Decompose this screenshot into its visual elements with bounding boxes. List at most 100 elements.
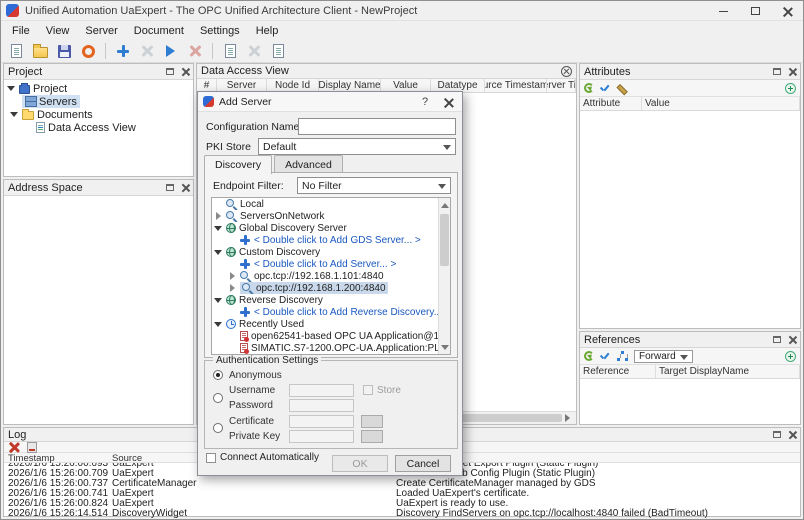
column-header[interactable]: ource Timestamp: [485, 79, 547, 92]
expander-icon[interactable]: [228, 284, 237, 293]
open-project-button[interactable]: [30, 41, 50, 61]
column-header[interactable]: Value: [642, 97, 800, 110]
menu-settings[interactable]: Settings: [192, 23, 248, 39]
refresh-icon[interactable]: [584, 83, 594, 93]
anonymous-radio[interactable]: [213, 370, 223, 380]
expander-icon[interactable]: [7, 84, 16, 93]
tree-item-reverse-discovery[interactable]: Reverse Discovery: [212, 294, 450, 306]
address-space-header: Address Space: [4, 180, 193, 196]
close-panel-icon[interactable]: [788, 431, 796, 439]
circle-plus-icon[interactable]: [785, 351, 796, 362]
float-panel-icon[interactable]: [773, 336, 781, 343]
endpoint-filter-label: Endpoint Filter:: [213, 180, 284, 192]
username-password-radio[interactable]: [213, 393, 223, 403]
float-panel-icon[interactable]: [166, 68, 174, 75]
maximize-button[interactable]: [739, 1, 771, 21]
dialog-close-button[interactable]: [439, 94, 457, 110]
tree-item-data-access-view[interactable]: Data Access View: [4, 121, 193, 134]
circle-plus-icon[interactable]: [785, 83, 796, 94]
float-panel-icon[interactable]: [773, 68, 781, 75]
menu-file[interactable]: File: [4, 23, 38, 39]
save-project-button[interactable]: [54, 41, 74, 61]
tree-item-recently-used[interactable]: Recently Used: [212, 318, 450, 330]
column-header[interactable]: erver Tir: [547, 79, 576, 92]
graph-icon[interactable]: [617, 351, 628, 362]
cancel-button[interactable]: Cancel: [395, 455, 451, 472]
scroll-right-button[interactable]: [563, 412, 576, 424]
check-icon[interactable]: [600, 83, 611, 94]
expander-icon[interactable]: [214, 320, 223, 329]
close-panel-icon[interactable]: [788, 336, 796, 344]
magnifier-icon: [226, 211, 237, 222]
add-document-button[interactable]: [220, 41, 240, 61]
close-panel-icon[interactable]: [788, 68, 796, 76]
scroll-down-button[interactable]: [439, 344, 451, 354]
log-options-icon[interactable]: [27, 442, 37, 453]
scroll-up-button[interactable]: [439, 198, 451, 208]
pki-store-select[interactable]: Default: [258, 138, 456, 155]
expander-icon[interactable]: [10, 110, 19, 119]
tree-item-servers-on-network[interactable]: ServersOnNetwork: [212, 210, 450, 222]
float-panel-icon[interactable]: [166, 184, 174, 191]
tree-item-global-discovery-server[interactable]: Global Discovery Server: [212, 222, 450, 234]
add-server-button[interactable]: [113, 41, 133, 61]
tree-item-documents[interactable]: Documents: [4, 108, 193, 121]
close-panel-icon[interactable]: [181, 184, 189, 192]
minimize-button[interactable]: [707, 1, 739, 21]
tree-item-project[interactable]: Project: [4, 82, 193, 95]
tree-item-add-server[interactable]: < Double click to Add Server... >: [212, 258, 450, 270]
column-header[interactable]: Reference: [580, 365, 656, 378]
expander-icon[interactable]: [228, 272, 237, 281]
vertical-scrollbar[interactable]: [438, 198, 450, 354]
close-panel-icon[interactable]: [181, 68, 189, 76]
log-row[interactable]: 2026/1/6 15:26:00.824UaExpertUaExpert is…: [4, 498, 800, 508]
pen-icon[interactable]: [617, 83, 628, 94]
log-row[interactable]: 2026/1/6 15:26:00.741UaExpertLoaded UaEx…: [4, 488, 800, 498]
menu-server[interactable]: Server: [77, 23, 125, 39]
column-header[interactable]: Attribute: [580, 97, 642, 110]
menu-view[interactable]: View: [38, 23, 78, 39]
connect-server-button[interactable]: [161, 41, 181, 61]
expander-icon[interactable]: [214, 248, 223, 257]
expander-icon[interactable]: [214, 212, 223, 221]
close-button[interactable]: [771, 1, 803, 21]
check-icon[interactable]: [600, 351, 611, 362]
scrollbar-thumb[interactable]: [440, 214, 449, 266]
magnifier-icon: [240, 271, 251, 282]
log-row[interactable]: 2026/1/6 15:26:00.737CertificateManagerC…: [4, 478, 800, 488]
tree-item-simatic-server[interactable]: SIMATIC.S7-1200.OPC-UA.Application:PLC_1…: [212, 342, 450, 354]
tree-item-local[interactable]: Local: [212, 198, 450, 210]
plus-icon: [240, 235, 251, 246]
project-panel-header: Project: [4, 64, 193, 80]
chevron-down-icon: [438, 184, 446, 193]
tab-advanced[interactable]: Advanced: [274, 155, 343, 173]
log-row[interactable]: 2026/1/6 15:26:14.514DiscoveryWidgetDisc…: [4, 508, 800, 518]
tree-item-custom-discovery[interactable]: Custom Discovery: [212, 246, 450, 258]
help-button[interactable]: ?: [416, 94, 434, 110]
new-project-button[interactable]: [6, 41, 26, 61]
certificate-radio[interactable]: [213, 423, 223, 433]
tab-discovery[interactable]: Discovery: [204, 155, 272, 174]
float-panel-icon[interactable]: [773, 431, 781, 438]
endpoint-filter-select[interactable]: No Filter: [297, 177, 451, 194]
tree-item-server-101[interactable]: opc.tcp://192.168.1.101:4840: [212, 270, 450, 282]
expander-icon[interactable]: [214, 296, 223, 305]
refresh-icon[interactable]: [584, 351, 594, 361]
connect-automatically-checkbox[interactable]: [206, 453, 216, 463]
tree-item-servers[interactable]: Servers: [4, 95, 193, 108]
tree-item-add-gds-server[interactable]: < Double click to Add GDS Server... >: [212, 234, 450, 246]
menu-document[interactable]: Document: [126, 23, 192, 39]
menu-help[interactable]: Help: [248, 23, 287, 39]
column-header[interactable]: Target DisplayName: [656, 365, 800, 378]
forward-select[interactable]: Forward: [634, 350, 693, 363]
close-document-icon[interactable]: [561, 66, 572, 77]
tree-item-add-reverse-discovery[interactable]: < Double click to Add Reverse Discovery.…: [212, 306, 450, 318]
disconnect-server-button: [185, 41, 205, 61]
expander-icon[interactable]: [214, 224, 223, 233]
clear-log-icon[interactable]: [8, 442, 19, 453]
config-name-input[interactable]: [298, 118, 456, 135]
tree-item-server-200[interactable]: opc.tcp://192.168.1.200:4840: [212, 282, 450, 294]
tree-item-open62541-server[interactable]: open62541-based OPC UA Application@192..…: [212, 330, 450, 342]
export-document-button[interactable]: [268, 41, 288, 61]
ua-logo-button[interactable]: [78, 41, 98, 61]
